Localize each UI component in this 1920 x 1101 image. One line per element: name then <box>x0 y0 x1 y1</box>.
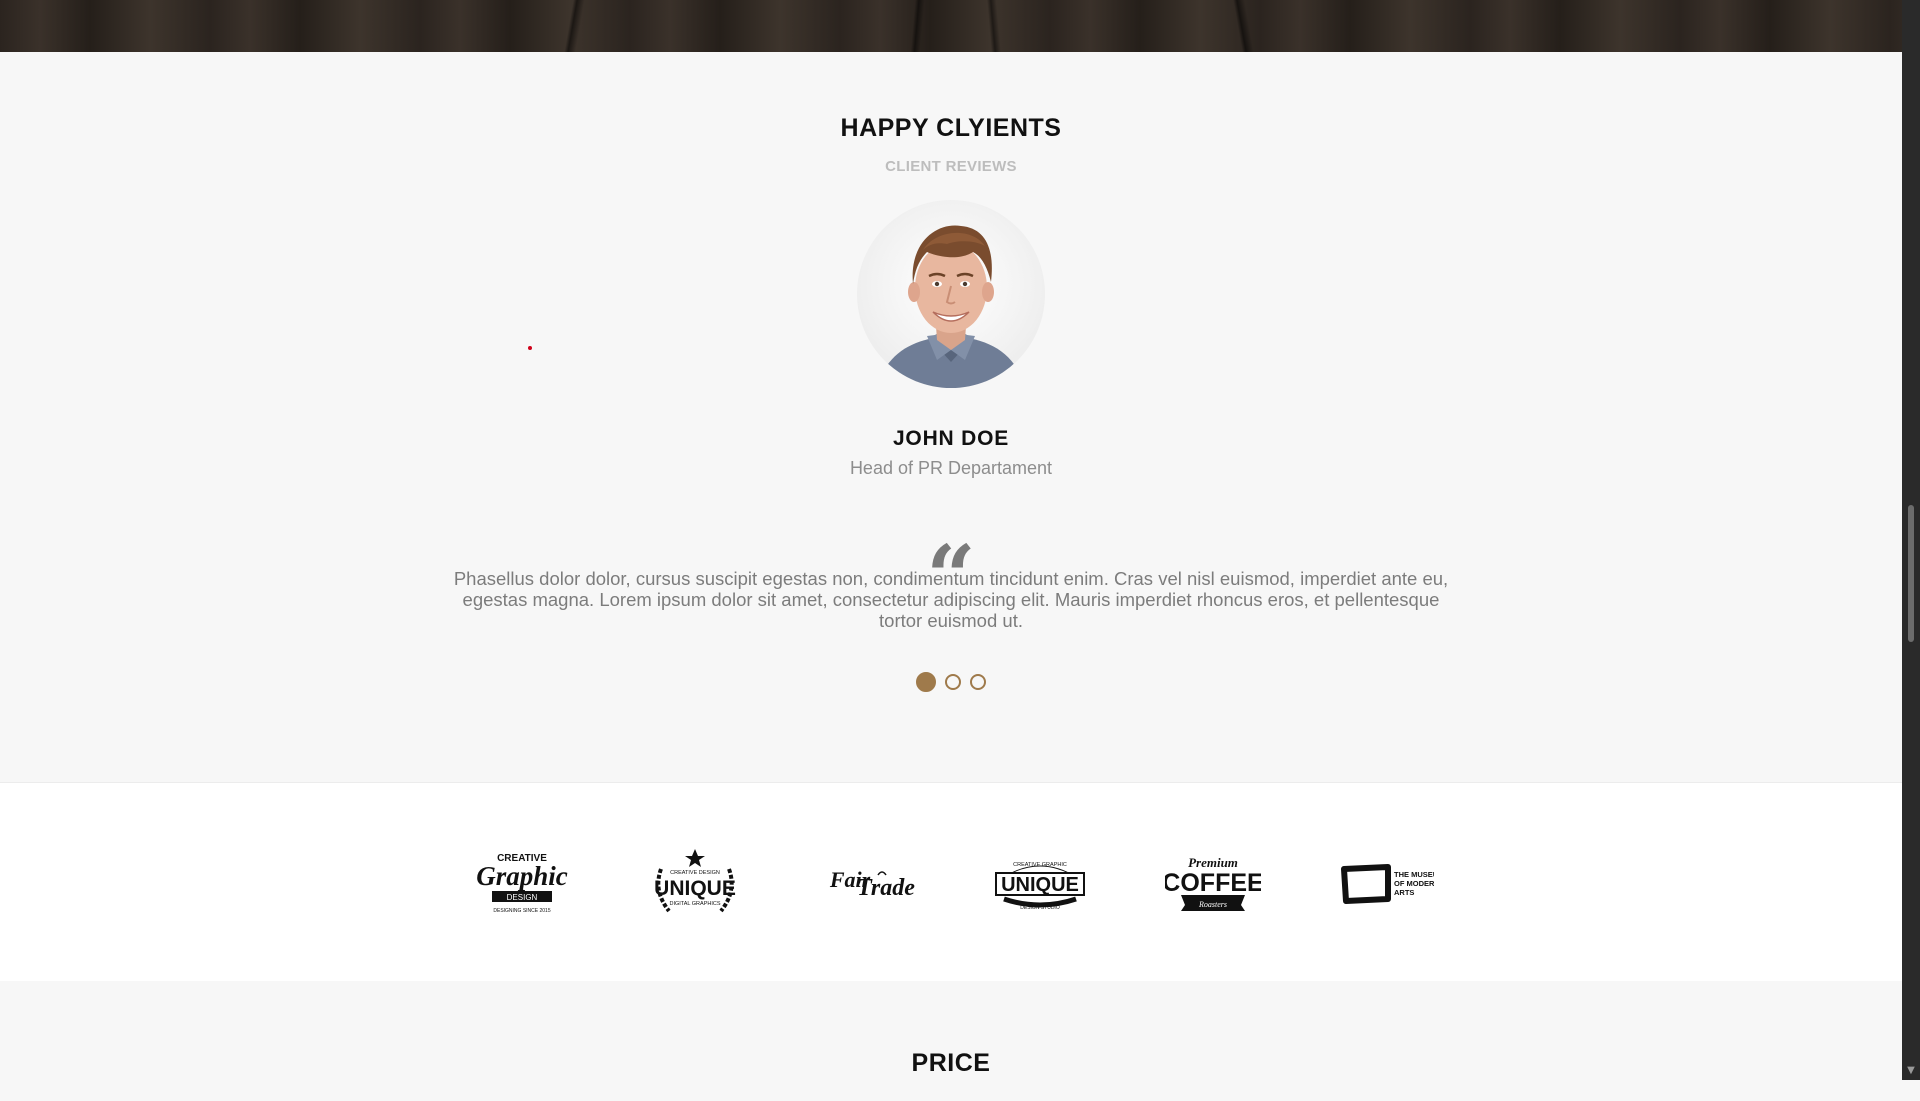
logo-6-line-2: OF MODERN <box>1394 879 1434 888</box>
logo-2-line-2: UNIQUE <box>654 877 736 900</box>
partner-logos: CREATIVE Graphic DESIGN DESIGNING SINCE … <box>474 847 1434 917</box>
wood-banner-bottom <box>0 0 1902 52</box>
unique-digital-graphics-logo[interactable]: CREATIVE DESIGN UNIQUE DIGITAL GRAPHICS <box>647 847 743 917</box>
fair-trade-logo[interactable]: Fair Trade <box>820 847 916 917</box>
logo-2-line-3: DIGITAL GRAPHICS <box>669 901 720 907</box>
logo-5-line-1: Premium <box>1188 855 1238 870</box>
logo-5-line-2: COFFEE <box>1165 869 1261 897</box>
premium-coffee-roasters-logo[interactable]: Premium COFFEE Roasters <box>1165 847 1261 917</box>
client-photo <box>877 225 1025 388</box>
cursor-dot <box>528 346 532 350</box>
logo-2-line-1: CREATIVE DESIGN <box>670 870 720 876</box>
section-subtitle: CLIENT REVIEWS <box>885 158 1017 175</box>
testimonial-text: Phasellus dolor dolor, cursus suscipit e… <box>453 568 1449 631</box>
museum-of-modern-arts-logo[interactable]: THE MUSEUM OF MODERN ARTS <box>1338 847 1434 917</box>
logo-1-line-4: DESIGNING SINCE 2015 <box>493 908 550 914</box>
pricing-title: PRICE <box>911 1049 991 1077</box>
logo-3-line-2: Trade <box>857 875 915 901</box>
unique-design-studio-logo[interactable]: CREATIVE GRAPHIC UNIQUE DESIGN STUDIO <box>992 847 1088 917</box>
logo-5-line-3: Roasters <box>1198 900 1227 909</box>
scroll-down-arrow-icon[interactable]: ▼ <box>1905 1066 1917 1076</box>
logo-4-line-3: DESIGN STUDIO <box>1021 905 1061 911</box>
carousel-dot-2[interactable] <box>945 674 961 690</box>
section-title: HAPPY CLYIENTS <box>840 114 1062 142</box>
logo-1-line-3: DESIGN <box>507 893 538 902</box>
logo-6-line-3: ARTS <box>1394 888 1414 897</box>
client-name: JOHN DOE <box>892 427 1010 450</box>
page-scrollbar[interactable]: ▼ <box>1902 0 1920 1080</box>
client-avatar <box>857 200 1045 388</box>
carousel-dot-1[interactable] <box>916 672 936 692</box>
creative-graphic-design-logo[interactable]: CREATIVE Graphic DESIGN DESIGNING SINCE … <box>474 847 570 917</box>
partners-section: CREATIVE Graphic DESIGN DESIGNING SINCE … <box>0 782 1902 981</box>
client-role: Head of PR Departament <box>849 458 1053 478</box>
scrollbar-thumb[interactable] <box>1908 505 1914 642</box>
page-content: HAPPY CLYIENTS CLIENT REVIEWS JOHN DOE H… <box>0 52 1902 1101</box>
carousel-pagination <box>0 672 1902 692</box>
testimonials-section: HAPPY CLYIENTS CLIENT REVIEWS JOHN DOE H… <box>0 52 1902 782</box>
logo-4-line-2: UNIQUE <box>1001 874 1079 896</box>
logo-6-line-1: THE MUSEUM <box>1394 870 1434 879</box>
carousel-dot-3[interactable] <box>970 674 986 690</box>
pricing-section: PRICE <box>0 981 1902 1101</box>
logo-4-line-1: CREATIVE GRAPHIC <box>1014 862 1068 868</box>
logo-1-line-2: Graphic <box>476 861 568 891</box>
